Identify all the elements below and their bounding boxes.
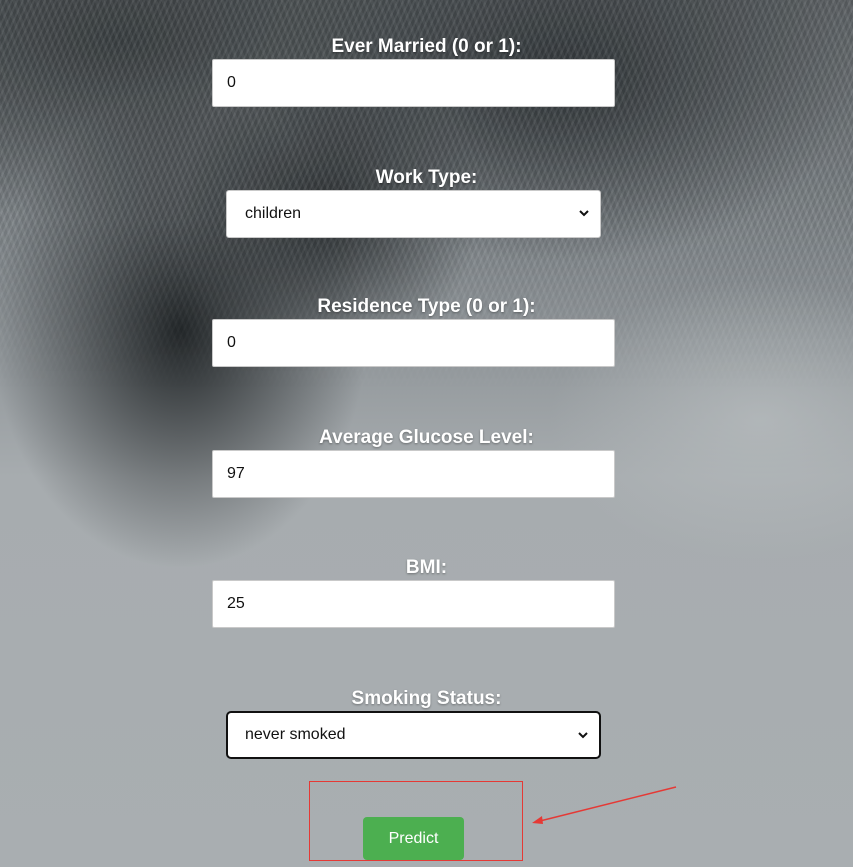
- work-type-select[interactable]: children: [226, 190, 601, 238]
- smoking-status-selected-value: never smoked: [245, 726, 346, 743]
- chevron-down-icon: [578, 732, 588, 739]
- avg-glucose-label: Average Glucose Level:: [319, 427, 534, 448]
- bmi-input[interactable]: 25: [212, 580, 615, 628]
- residence-type-label: Residence Type (0 or 1):: [317, 296, 536, 317]
- avg-glucose-input[interactable]: 97: [212, 450, 615, 498]
- ever-married-input[interactable]: 0: [212, 59, 615, 107]
- work-type-selected-value: children: [245, 205, 302, 222]
- bmi-label: BMI:: [405, 557, 448, 578]
- chevron-down-icon: [579, 210, 589, 217]
- smoking-status-label: Smoking Status:: [351, 688, 502, 709]
- residence-type-input[interactable]: 0: [212, 319, 615, 367]
- annotation-highlight-box: [309, 781, 523, 861]
- smoking-status-select[interactable]: never smoked: [226, 711, 601, 759]
- ever-married-label: Ever Married (0 or 1):: [331, 36, 522, 57]
- work-type-label: Work Type:: [375, 167, 478, 188]
- annotation-arrow-icon: [532, 786, 677, 824]
